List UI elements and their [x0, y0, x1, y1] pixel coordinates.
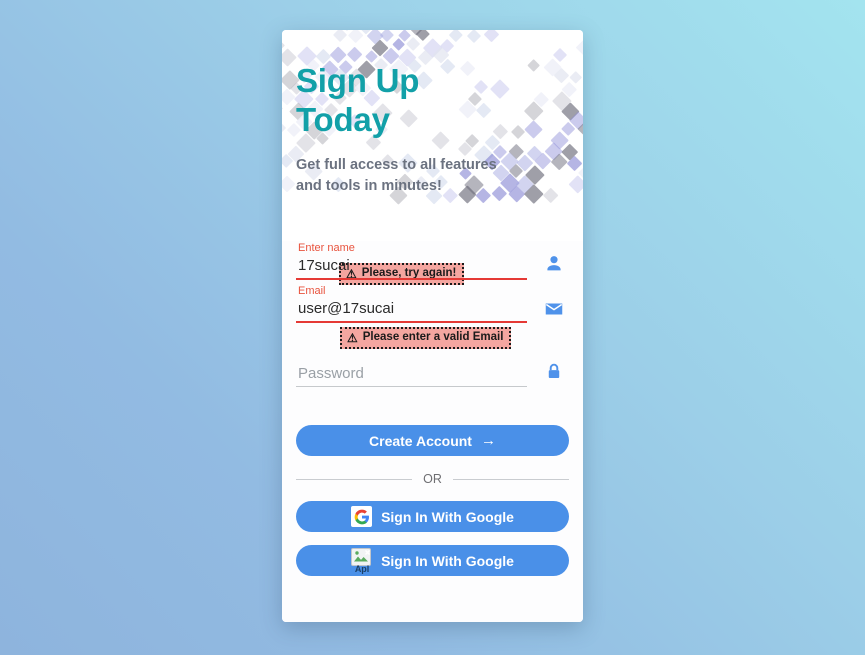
email-input[interactable]: [296, 298, 527, 323]
name-input[interactable]: [296, 255, 527, 280]
password-field-group: Password: [296, 363, 569, 387]
or-divider-label: OR: [423, 472, 442, 486]
broken-image-icon: Apl: [351, 547, 372, 574]
sign-in-with-apple-label: Sign In With Google: [381, 552, 514, 569]
email-error-text: Please enter a valid Email: [362, 331, 504, 343]
create-account-label: Create Account: [369, 432, 472, 449]
page-title-line1: Sign Up: [296, 62, 420, 99]
sign-in-with-google-button[interactable]: Sign In With Google: [296, 501, 569, 532]
signup-card: Sign Up Today Get full access to all fea…: [282, 30, 583, 622]
sign-in-with-apple-button[interactable]: Apl Sign In With Google: [296, 545, 569, 576]
broken-image-alt-text: Apl: [354, 563, 370, 574]
or-divider: OR: [296, 472, 569, 486]
page-subtitle-line2: and tools in minutes!: [296, 178, 442, 195]
create-account-button[interactable]: Create Account →: [296, 425, 569, 456]
page-subtitle-line1: Get full access to all features: [296, 157, 497, 174]
lock-icon: [543, 361, 565, 383]
hero-text-block: Sign Up Today Get full access to all fea…: [296, 62, 573, 197]
actions-section: Create Account → OR Sign In With Google: [296, 425, 569, 576]
card-header: Sign Up Today Get full access to all fea…: [282, 30, 583, 233]
page-subtitle: Get full access to all features and tool…: [296, 155, 573, 197]
page-title-line2: Today: [296, 100, 390, 138]
password-input[interactable]: [296, 363, 527, 387]
name-field-group: Enter name: [296, 241, 569, 280]
envelope-icon: [543, 298, 565, 320]
sign-in-with-google-label: Sign In With Google: [381, 508, 514, 525]
signup-form: Enter name ⚠ Please, try again! Email ⚠ …: [282, 241, 583, 622]
email-field-label: Email: [298, 285, 326, 297]
name-field-label: Enter name: [298, 242, 355, 254]
email-field-group: Email: [296, 284, 569, 323]
person-icon: [543, 253, 565, 275]
warning-triangle-icon: ⚠: [347, 330, 358, 345]
page-title: Sign Up Today: [296, 62, 573, 139]
email-error-row: ⚠ Please enter a valid Email: [296, 327, 569, 349]
google-g-icon: [351, 506, 373, 527]
email-error-tooltip: ⚠ Please enter a valid Email: [340, 327, 512, 349]
arrow-right-icon: →: [480, 432, 496, 449]
